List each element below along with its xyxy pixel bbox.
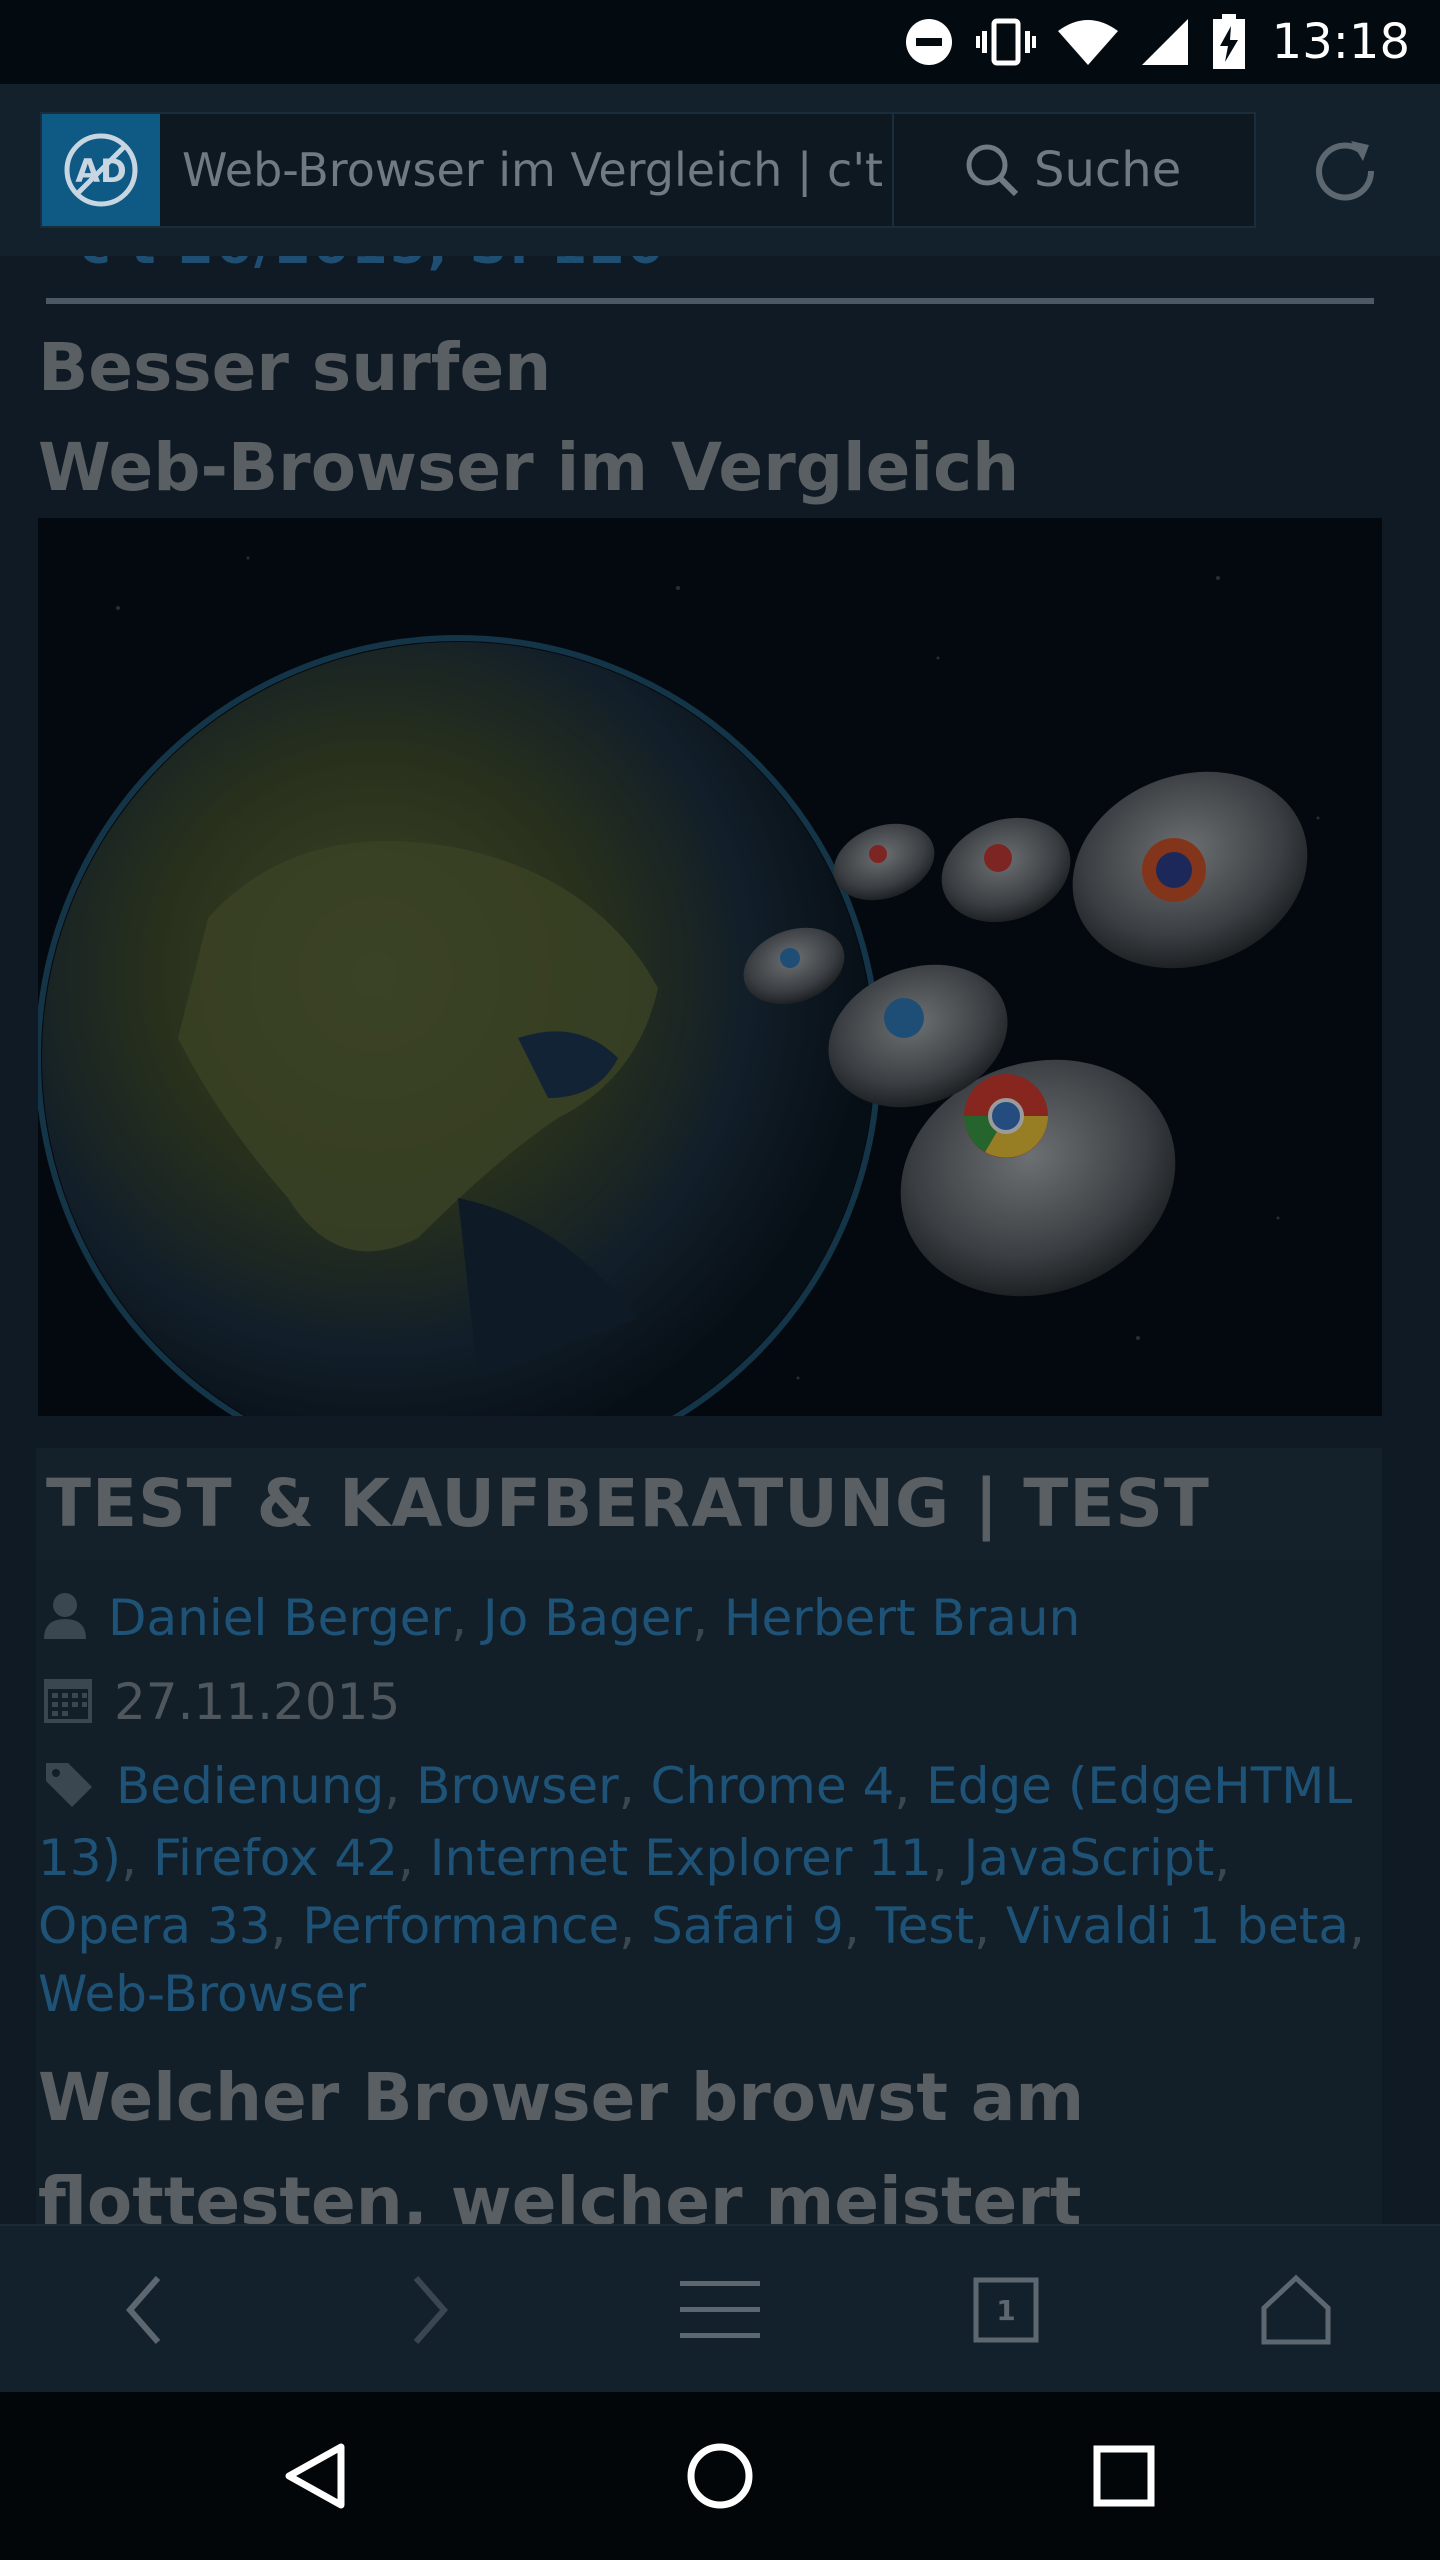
address-bar[interactable]: AD Web-Browser im Vergleich | c't Suche xyxy=(40,112,1256,228)
back-button[interactable] xyxy=(44,2226,244,2394)
page-content[interactable]: c't 26/2015, S. 120 Besser surfen Web-Br… xyxy=(0,256,1440,2224)
headline-line-1: Besser surfen xyxy=(38,329,552,406)
tag-link[interactable]: Web-Browser xyxy=(38,1965,366,2023)
nav-back-icon xyxy=(285,2443,345,2509)
author-link[interactable]: Jo Bager xyxy=(483,1589,692,1647)
article-category: TEST & KAUFBERATUNG | TEST xyxy=(46,1465,1210,1542)
tag-link[interactable]: Bedienung xyxy=(116,1757,384,1815)
search-label: Suche xyxy=(1034,142,1182,198)
nav-recents-icon xyxy=(1093,2445,1155,2507)
nav-back-button[interactable] xyxy=(216,2392,416,2560)
tag-link[interactable]: Firefox 42 xyxy=(153,1829,398,1887)
status-bar: 13:18 xyxy=(0,0,1440,84)
home-icon xyxy=(1261,2274,1331,2345)
reload-button[interactable] xyxy=(1300,126,1390,216)
menu-icon xyxy=(680,2281,760,2338)
wifi-icon xyxy=(1057,20,1118,65)
search-icon xyxy=(966,144,1019,197)
tag-link[interactable]: Internet Explorer 11 xyxy=(430,1829,932,1887)
vibrate-icon xyxy=(975,18,1036,66)
publish-date: 27.11.2015 xyxy=(114,1673,401,1731)
system-navigation-bar xyxy=(0,2392,1440,2560)
reload-icon xyxy=(1316,141,1375,201)
adblock-logo-icon[interactable]: AD xyxy=(42,114,160,226)
tabs-icon: 1 xyxy=(973,2277,1039,2343)
article-subheading: Welcher Browser browst am flottesten, we… xyxy=(38,2046,1084,2224)
author-link[interactable]: Daniel Berger xyxy=(108,1589,451,1647)
browser-toolbar: AD Web-Browser im Vergleich | c't Suche xyxy=(0,84,1440,256)
status-icons: 13:18 xyxy=(882,0,1410,84)
tag-link[interactable]: Vivaldi 1 beta xyxy=(1006,1897,1349,1955)
date-line: 27.11.2015 xyxy=(44,1668,400,1740)
nav-home-button[interactable] xyxy=(620,2392,820,2560)
back-icon xyxy=(126,2276,161,2344)
clock: 13:18 xyxy=(1271,14,1410,70)
tag-icon xyxy=(44,1756,94,1824)
earth-saucers-illustration xyxy=(38,518,1382,1416)
page-title-url[interactable]: Web-Browser im Vergleich | c't xyxy=(182,114,902,226)
tabs-button[interactable]: 1 xyxy=(906,2226,1106,2394)
tags-block: Bedienung, Browser, Chrome 4, Edge (Edge… xyxy=(38,1756,1365,2023)
subheading-line-1: Welcher Browser browst am xyxy=(38,2059,1085,2136)
tag-link[interactable]: Safari 9 xyxy=(651,1897,844,1955)
subheading-line-2: flottesten, welcher meistert xyxy=(38,2163,1082,2224)
tag-link[interactable]: Chrome 4 xyxy=(650,1757,894,1815)
nav-home-icon xyxy=(687,2443,753,2509)
tag-link[interactable]: Browser xyxy=(416,1757,619,1815)
divider xyxy=(46,298,1374,304)
previous-section-text: c't 26/2015, S. 120 xyxy=(80,256,666,276)
headline-line-2: Web-Browser im Vergleich xyxy=(38,429,1020,506)
tag-link[interactable]: Performance xyxy=(302,1897,619,1955)
tag-link[interactable]: JavaScript xyxy=(964,1829,1215,1887)
nav-recents-button[interactable] xyxy=(1024,2392,1224,2560)
do-not-disturb-icon xyxy=(905,19,952,65)
menu-button[interactable] xyxy=(620,2226,820,2394)
article-hero-image[interactable] xyxy=(38,518,1382,1416)
category-bar: TEST & KAUFBERATUNG | TEST xyxy=(36,1448,1382,1560)
forward-button[interactable] xyxy=(330,2226,530,2394)
authors-line: Daniel Berger, Jo Bager, Herbert Braun xyxy=(44,1584,1080,1656)
tab-count: 1 xyxy=(996,2293,1016,2327)
article-headline: Besser surfen Web-Browser im Vergleich xyxy=(38,318,1019,518)
calendar-icon xyxy=(44,1672,92,1740)
battery-charging-icon xyxy=(1212,14,1245,69)
tag-link[interactable]: Opera 33 xyxy=(38,1897,271,1955)
tag-link[interactable]: Test xyxy=(876,1897,974,1955)
forward-icon xyxy=(413,2276,448,2344)
author-link[interactable]: Herbert Braun xyxy=(724,1589,1080,1647)
person-icon xyxy=(44,1588,86,1656)
home-button[interactable] xyxy=(1196,2226,1396,2394)
search-button[interactable]: Suche xyxy=(892,114,1252,226)
signal-icon xyxy=(1141,19,1188,65)
browser-bottom-toolbar: 1 xyxy=(0,2224,1440,2394)
